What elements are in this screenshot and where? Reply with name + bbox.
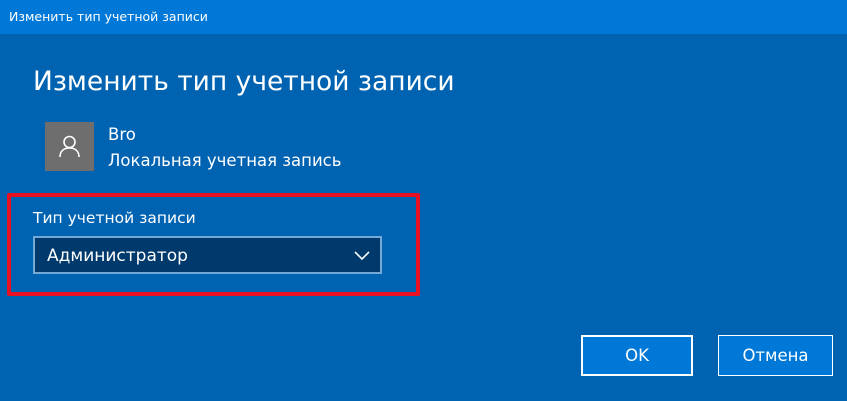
account-type-select[interactable]: Администратор	[33, 236, 382, 274]
account-type-label: Тип учетной записи	[33, 209, 196, 227]
user-icon	[59, 135, 80, 158]
ok-button[interactable]: OK	[581, 335, 693, 376]
user-name: Bro	[108, 125, 136, 144]
avatar	[45, 122, 94, 171]
account-type-selected-value: Администратор	[47, 246, 188, 266]
account-kind: Локальная учетная запись	[108, 151, 342, 170]
window-title: Изменить тип учетной записи	[9, 9, 208, 24]
dialog-heading: Изменить тип учетной записи	[33, 66, 455, 97]
title-bar: Изменить тип учетной записи	[0, 0, 847, 34]
cancel-button[interactable]: Отмена	[718, 335, 833, 376]
chevron-down-icon	[354, 251, 370, 261]
